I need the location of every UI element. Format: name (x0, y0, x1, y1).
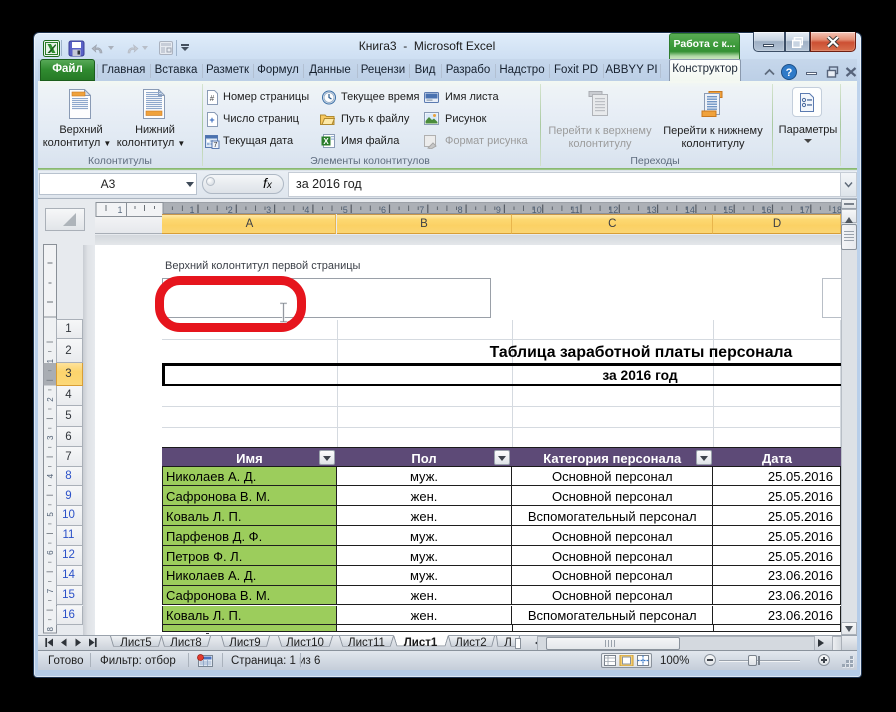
svg-text:?: ? (786, 67, 793, 79)
svg-text:7: 7 (46, 588, 55, 593)
svg-text:3: 3 (46, 435, 55, 440)
svg-text:1: 1 (46, 358, 55, 363)
svg-text:5: 5 (46, 512, 55, 517)
svg-text:6: 6 (46, 550, 55, 555)
svg-text:1: 1 (117, 205, 122, 215)
svg-text:2: 2 (46, 397, 55, 402)
svg-text:#: # (210, 94, 215, 103)
svg-text:+: + (209, 115, 214, 125)
svg-text:8: 8 (46, 627, 55, 632)
svg-text:X: X (323, 137, 329, 146)
svg-text:7: 7 (214, 142, 218, 149)
svg-text:4: 4 (46, 473, 55, 478)
